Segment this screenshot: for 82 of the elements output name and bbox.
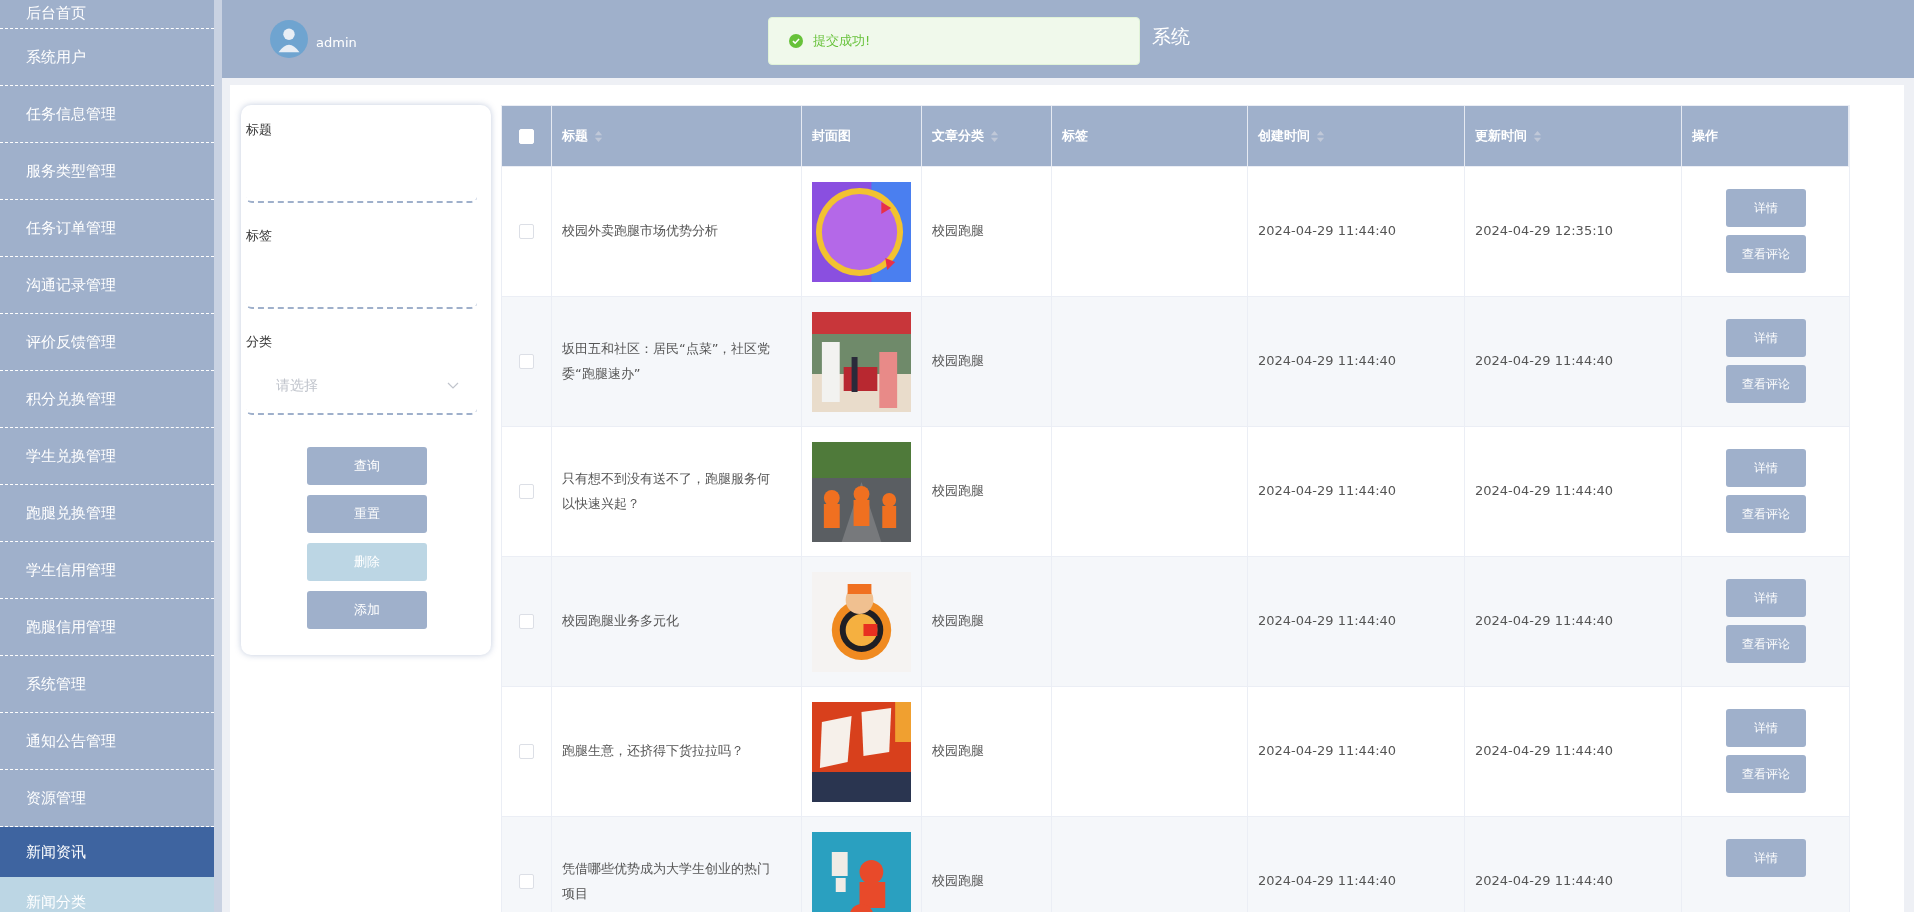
column-header: 标签	[1062, 126, 1088, 145]
sidebar-item[interactable]: 评价反馈管理	[0, 314, 214, 371]
sidebar-item[interactable]: 学生兑换管理	[0, 428, 214, 485]
action-button[interactable]: 详情	[1725, 449, 1806, 487]
created-time: 2024-04-29 11:44:40	[1258, 612, 1397, 631]
updated-time: 2024-04-29 11:44:40	[1475, 352, 1614, 371]
sidebar-item[interactable]: 任务订单管理	[0, 200, 214, 257]
action-button[interactable]: 详情	[1725, 319, 1806, 357]
created-time: 2024-04-29 11:44:40	[1258, 872, 1397, 891]
action-button[interactable]: 详情	[1725, 189, 1806, 227]
user-name: admin	[316, 34, 357, 50]
updated-time: 2024-04-29 12:35:10	[1475, 222, 1614, 241]
row-checkbox[interactable]	[519, 614, 534, 629]
header-title: 系统	[1152, 24, 1190, 49]
action-button[interactable]: 查看评论	[1725, 495, 1806, 533]
action-button[interactable]: 详情	[1725, 579, 1806, 617]
filter-button[interactable]: 添加	[306, 591, 427, 629]
sort-icon[interactable]	[1533, 129, 1542, 143]
avatar-icon	[270, 20, 308, 58]
sidebar-item[interactable]: 服务类型管理	[0, 143, 214, 200]
category-text: 校园跑腿	[932, 612, 984, 631]
field-label: 分类	[246, 333, 273, 351]
action-button[interactable]: 查看评论	[1725, 755, 1806, 793]
row-checkbox[interactable]	[519, 744, 534, 759]
action-button[interactable]: 查看评论	[1725, 365, 1806, 403]
article-title: 凭借哪些优势成为大学生创业的热门项目	[562, 859, 771, 903]
row-checkbox[interactable]	[519, 484, 534, 499]
sort-icon[interactable]	[594, 129, 603, 143]
updated-time: 2024-04-29 11:44:40	[1475, 742, 1614, 761]
updated-time: 2024-04-29 11:44:40	[1475, 482, 1614, 501]
sidebar-item[interactable]: 跑腿信用管理	[0, 599, 214, 656]
sort-icon[interactable]	[1316, 129, 1325, 143]
sidebar-item[interactable]: 通知公告管理	[0, 713, 214, 770]
toast-message: 提交成功!	[813, 32, 871, 50]
column-header[interactable]: 更新时间	[1475, 123, 1527, 149]
chevron-down-icon	[447, 382, 459, 390]
column-header: 操作	[1692, 126, 1718, 145]
filter-button[interactable]: 重置	[306, 495, 427, 533]
updated-time: 2024-04-29 11:44:40	[1475, 872, 1614, 891]
updated-time: 2024-04-29 11:44:40	[1475, 612, 1614, 631]
action-button[interactable]: 查看评论	[1725, 235, 1806, 273]
sidebar-item[interactable]: 任务信息管理	[0, 86, 214, 143]
column-header: 封面图	[812, 126, 851, 145]
category-select[interactable]: 请选择	[246, 359, 477, 415]
sidebar-item[interactable]: 学生信用管理	[0, 542, 214, 599]
field-label: 标签	[246, 227, 273, 245]
sidebar-item[interactable]: 沟通记录管理	[0, 257, 214, 314]
category-text: 校园跑腿	[932, 872, 984, 891]
check-circle-icon	[789, 34, 803, 48]
action-button[interactable]: 查看评论	[1725, 625, 1806, 663]
article-title: 校园跑腿业务多元化	[562, 612, 679, 631]
row-checkbox[interactable]	[519, 354, 534, 369]
sort-icon[interactable]	[990, 129, 999, 143]
column-header[interactable]: 标题	[562, 123, 588, 149]
sidebar-item[interactable]: 跑腿兑换管理	[0, 485, 214, 542]
column-header[interactable]: 创建时间	[1258, 123, 1310, 149]
created-time: 2024-04-29 11:44:40	[1258, 222, 1397, 241]
sidebar-item[interactable]: 系统用户	[0, 29, 214, 86]
category-text: 校园跑腿	[932, 352, 984, 371]
sidebar-item[interactable]: 积分兑换管理	[0, 371, 214, 428]
field-label: 标题	[246, 121, 273, 139]
action-button[interactable]: 详情	[1725, 839, 1806, 877]
select-all-checkbox[interactable]	[519, 128, 534, 144]
row-checkbox[interactable]	[519, 224, 534, 239]
category-text: 校园跑腿	[932, 222, 984, 241]
created-time: 2024-04-29 11:44:40	[1258, 742, 1397, 761]
category-text: 校园跑腿	[932, 482, 984, 501]
article-title: 跑腿生意，还挤得下货拉拉吗？	[562, 742, 744, 761]
article-title: 校园外卖跑腿市场优势分析	[562, 222, 718, 241]
sidebar-item[interactable]: 新闻资讯	[0, 827, 214, 877]
row-checkbox[interactable]	[519, 874, 534, 889]
article-title: 坂田五和社区：居民“点菜”，社区党委“跑腿速办”	[562, 339, 772, 383]
sidebar-item[interactable]: 系统管理	[0, 656, 214, 713]
article-title: 只有想不到没有送不了，跑腿服务何以快速兴起？	[562, 469, 771, 513]
created-time: 2024-04-29 11:44:40	[1258, 482, 1397, 501]
action-button[interactable]: 详情	[1725, 709, 1806, 747]
created-time: 2024-04-29 11:44:40	[1258, 352, 1397, 371]
filter-button[interactable]: 查询	[306, 447, 427, 485]
category-text: 校园跑腿	[932, 742, 984, 761]
sidebar-item[interactable]: 后台首页	[0, 0, 214, 29]
column-header[interactable]: 文章分类	[932, 123, 984, 149]
sidebar-subitem[interactable]: 新闻分类	[0, 877, 214, 912]
